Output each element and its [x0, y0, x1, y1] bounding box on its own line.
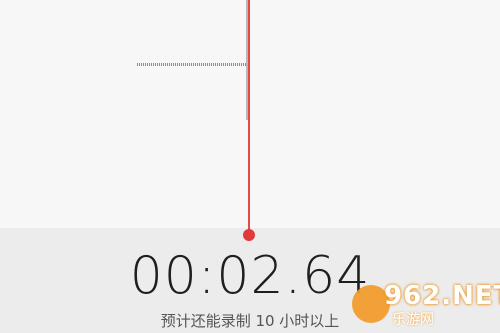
waveform-area[interactable]: [0, 0, 500, 228]
remaining-time-hint: 预计还能录制 10 小时以上: [160, 312, 340, 330]
waveform-trace: [137, 63, 247, 66]
playhead-line: [248, 0, 250, 232]
playhead-handle[interactable]: [243, 229, 255, 241]
elapsed-time-display: 00:02.64: [129, 246, 371, 306]
recorder-screen: 00:02.64 预计还能录制 10 小时以上 962.NET 乐游网: [0, 0, 500, 333]
